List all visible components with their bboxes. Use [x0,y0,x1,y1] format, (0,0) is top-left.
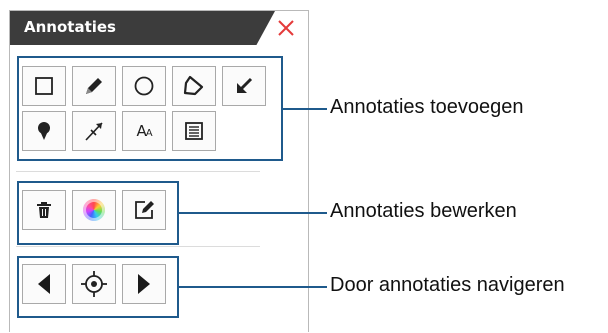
crosshair-icon [81,271,107,297]
callout-line-edit [179,212,327,214]
color-tool[interactable] [72,190,116,230]
polygon-tool[interactable] [172,66,216,106]
text-size-icon: AA [136,122,153,140]
color-wheel-icon [83,199,105,221]
label-edit-annotations: Annotaties bewerken [330,200,517,222]
measure-tool[interactable] [72,111,116,151]
note-icon [185,122,203,140]
edit-note-icon [135,201,154,219]
ruler-pen-icon [85,122,103,141]
separator [16,246,260,247]
close-icon[interactable] [276,18,296,38]
polygon-icon [183,75,204,96]
arrow-down-left-icon [237,77,253,93]
callout-line-add [283,108,327,110]
label-add-annotations: Annotaties toevoegen [330,96,524,118]
text-tool[interactable]: AA [122,111,166,151]
arrow-tool[interactable] [222,66,266,106]
triangle-right-icon [138,274,150,294]
label-navigate-annotations: Door annotaties navigeren [330,274,565,296]
rectangle-tool[interactable] [22,66,66,106]
trash-icon [37,202,51,218]
text-size-small-glyph: A [145,128,153,139]
circle-tool[interactable] [122,66,166,106]
pen-tool[interactable] [72,66,116,106]
pencil-icon [86,78,102,94]
pin-tool[interactable] [22,111,66,151]
previous-button[interactable] [22,264,66,304]
map-pin-icon [38,122,50,140]
center-button[interactable] [72,264,116,304]
circle-icon [134,76,154,96]
square-icon [35,77,53,95]
text-size-large-glyph: A [136,122,146,140]
note-tool[interactable] [172,111,216,151]
next-button[interactable] [122,264,166,304]
edit-tool[interactable] [122,190,166,230]
separator [16,171,260,172]
callout-line-navigate [179,286,327,288]
delete-tool[interactable] [22,190,66,230]
panel-title: Annotaties [24,18,116,36]
triangle-left-icon [38,274,50,294]
